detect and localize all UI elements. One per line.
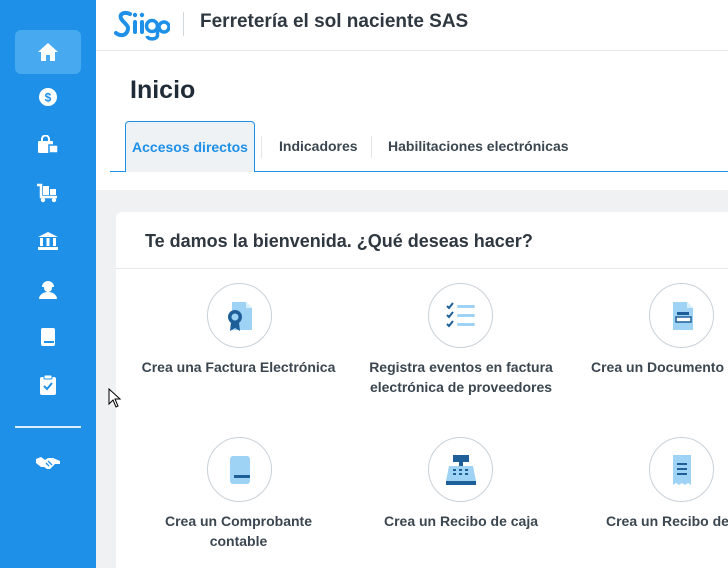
- book-icon: [41, 328, 55, 346]
- action-label: Crea un Recibo de caja: [383, 513, 539, 529]
- tab-habilitaciones[interactable]: Habilitaciones electrónicas: [388, 120, 569, 171]
- ledger-book-icon: [207, 437, 272, 502]
- siigo-logo[interactable]: [114, 6, 170, 42]
- sidebar-item-money[interactable]: $: [15, 75, 81, 119]
- handshake-icon: [36, 457, 60, 469]
- action-factura-electronica[interactable]: Crea una Factura Electrónica: [116, 282, 361, 382]
- action-label-line2: electrónica de proveedores: [369, 379, 553, 395]
- document-icon: [649, 283, 714, 348]
- tab-bar: Accesos directos Indicadores Habilitacio…: [110, 120, 728, 172]
- sidebar-item-accounting[interactable]: [15, 315, 81, 359]
- sidebar-item-banks[interactable]: [15, 219, 81, 263]
- action-label-line2: contable: [209, 533, 268, 549]
- welcome-title: Te damos la bienvenida. ¿Qué deseas hace…: [145, 231, 533, 251]
- action-registra-eventos[interactable]: Registra eventos en factura electrónica …: [361, 282, 561, 402]
- tab-separator: [371, 136, 372, 158]
- action-label-line1: Registra eventos en factura: [369, 359, 553, 375]
- mouse-cursor-icon: [108, 388, 122, 408]
- home-icon: [38, 43, 58, 61]
- bank-icon: [38, 232, 58, 250]
- tab-accesos-directos[interactable]: Accesos directos: [125, 121, 255, 172]
- checklist-icon: [428, 283, 493, 348]
- cart-icon: [37, 183, 57, 203]
- sidebar-item-sales[interactable]: [15, 123, 81, 167]
- action-recibo-caja[interactable]: Crea un Recibo de caja: [361, 436, 561, 536]
- action-label-line1: Crea un Comprobante: [164, 513, 312, 529]
- page-title: Inicio: [130, 76, 196, 104]
- action-label: Crea un Documento s: [591, 359, 728, 375]
- user-icon: [39, 281, 57, 299]
- action-label: Crea un Recibo de p: [606, 513, 728, 529]
- shopping-bag-icon: [38, 135, 59, 154]
- action-recibo-pago[interactable]: Crea un Recibo de p: [591, 436, 728, 536]
- clipboard-check-icon: [40, 374, 56, 395]
- card-divider: [116, 268, 728, 269]
- sidebar-item-purchases[interactable]: [15, 171, 81, 215]
- invoice-ribbon-icon: [207, 283, 272, 348]
- header-separator: [183, 12, 184, 36]
- top-bar: Ferretería el sol naciente SAS: [96, 0, 728, 51]
- sidebar-item-tasks[interactable]: [15, 363, 81, 407]
- cash-register-icon: [428, 437, 493, 502]
- sidebar-item-partners[interactable]: [15, 441, 81, 485]
- action-comprobante-contable[interactable]: Crea un Comprobante contable: [116, 436, 361, 556]
- sidebar: $: [0, 0, 96, 568]
- dollar-coin-icon: $: [39, 88, 57, 106]
- receipt-icon: [649, 437, 714, 502]
- tab-indicadores[interactable]: Indicadores: [279, 120, 358, 171]
- svg-text:$: $: [45, 91, 52, 105]
- sidebar-divider: [15, 426, 81, 428]
- tab-separator: [261, 136, 262, 158]
- welcome-card: Te damos la bienvenida. ¿Qué deseas hace…: [116, 212, 728, 582]
- action-documento-soporte[interactable]: Crea un Documento s: [591, 282, 728, 382]
- action-label: Crea una Factura Electrónica: [141, 359, 336, 375]
- sidebar-item-contacts[interactable]: [15, 267, 81, 311]
- company-name: Ferretería el sol naciente SAS: [200, 11, 469, 32]
- sidebar-item-home[interactable]: [15, 30, 81, 74]
